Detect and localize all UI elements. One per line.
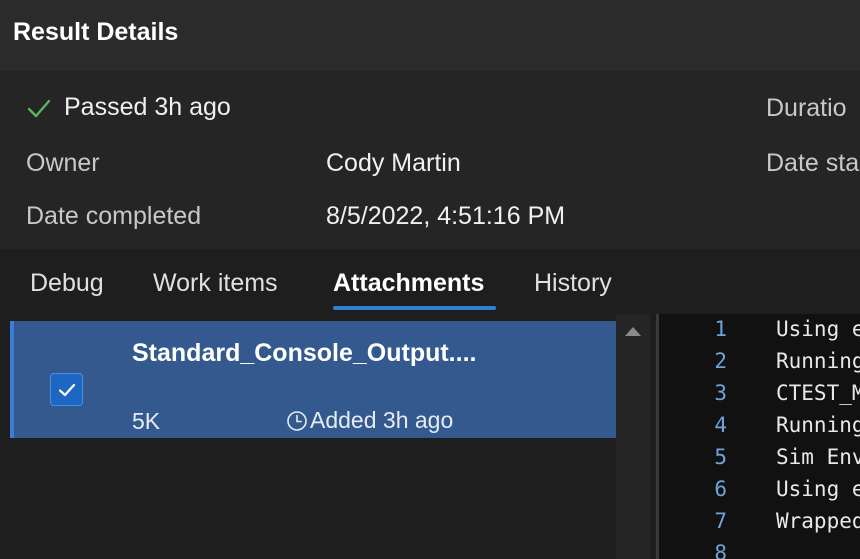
owner-label: Owner	[26, 149, 100, 177]
active-tab-indicator	[333, 306, 496, 310]
line-number: 7	[714, 509, 727, 533]
list-item[interactable]: Standard_Console_Output.... 5K Added 3h …	[10, 321, 616, 438]
tab-history[interactable]: History	[534, 269, 612, 298]
code-line: 1 Using e	[659, 317, 860, 349]
attachments-list: Standard_Console_Output.... 5K Added 3h …	[10, 314, 616, 559]
date-started-label: Date sta	[766, 149, 860, 177]
scroll-up-arrow-icon[interactable]	[625, 327, 641, 336]
attachment-preview: 1 Using e 2 Running 3 CTEST_M 4 Running …	[656, 314, 860, 559]
code-line: 4 Running	[659, 413, 860, 445]
line-number: 6	[714, 477, 727, 501]
line-text: Running	[776, 413, 860, 437]
code-line: 8	[659, 541, 860, 559]
tab-work-items[interactable]: Work items	[153, 269, 278, 298]
line-text: Using e	[776, 317, 860, 341]
attachment-added-text: Added 3h ago	[310, 407, 454, 433]
dialog-header: Result Details	[0, 0, 860, 71]
duration-label: Duratio	[766, 94, 847, 122]
status-row: Passed 3h ago	[26, 93, 231, 122]
status-text: Passed 3h ago	[64, 93, 231, 121]
line-number: 5	[714, 445, 727, 469]
tab-bar: Debug Work items Attachments History	[0, 249, 860, 313]
line-text: Wrapped	[776, 509, 860, 533]
line-number: 4	[714, 413, 727, 437]
line-text: Sim Env	[776, 445, 860, 469]
page-title: Result Details	[13, 18, 179, 46]
date-completed-value: 8/5/2022, 4:51:16 PM	[326, 202, 566, 230]
checkmark-icon	[58, 383, 75, 396]
result-summary: Passed 3h ago Owner Cody Martin Date com…	[0, 71, 860, 249]
line-number: 8	[714, 541, 727, 559]
list-scrollbar[interactable]	[616, 314, 650, 559]
line-text: Using e	[776, 477, 860, 501]
date-completed-label: Date completed	[26, 202, 202, 230]
line-number: 1	[714, 317, 727, 341]
attachment-added: Added 3h ago	[286, 407, 453, 434]
code-line: 6 Using e	[659, 477, 860, 509]
line-number: 2	[714, 349, 727, 373]
attachment-size: 5K	[132, 408, 161, 434]
code-line: 7 Wrapped	[659, 509, 860, 541]
code-line: 2 Running	[659, 349, 860, 381]
attachment-name[interactable]: Standard_Console_Output....	[132, 339, 476, 368]
check-icon	[27, 99, 51, 117]
code-line: 5 Sim Env	[659, 445, 860, 477]
code-line: 3 CTEST_M	[659, 381, 860, 413]
line-text: Running	[776, 349, 860, 373]
tab-attachments[interactable]: Attachments	[333, 269, 484, 298]
tab-debug[interactable]: Debug	[30, 269, 104, 298]
line-text: CTEST_M	[776, 381, 860, 405]
owner-value: Cody Martin	[326, 149, 461, 177]
line-number: 3	[714, 381, 727, 405]
row-checkbox[interactable]	[50, 373, 83, 406]
clock-icon	[287, 410, 307, 431]
